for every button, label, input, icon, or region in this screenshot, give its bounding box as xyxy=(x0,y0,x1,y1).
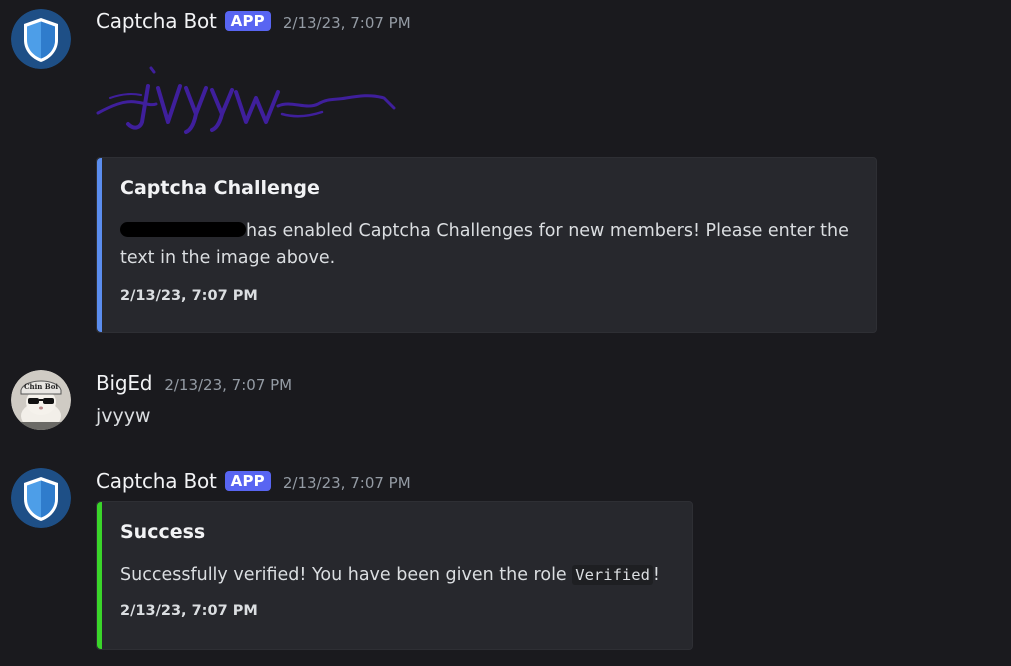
embed-captcha-challenge: Captcha Challenge has enabled Captcha Ch… xyxy=(96,157,877,333)
embed-success: Success Successfully verified! You have … xyxy=(96,501,693,650)
message-content: jvyyw xyxy=(96,405,151,427)
embed-description: Successfully verified! You have been giv… xyxy=(120,562,685,589)
username[interactable]: Captcha Bot xyxy=(96,9,217,33)
redacted-mention xyxy=(120,221,246,237)
bot-avatar[interactable] xyxy=(11,9,71,69)
embed-title: Captcha Challenge xyxy=(120,177,320,199)
avatar-hat-text: Chin Boi xyxy=(24,382,58,391)
message-captcha-challenge: Captcha Bot APP 2/13/23, 7:07 PM Captcha… xyxy=(0,0,1011,340)
message-user-reply: Chin Boi BigEd 2/13/23, 7:07 PM jvyyw xyxy=(0,360,1011,440)
bot-avatar[interactable] xyxy=(11,468,71,528)
message-success: Captcha Bot APP 2/13/23, 7:07 PM Success… xyxy=(0,460,1011,666)
username[interactable]: Captcha Bot xyxy=(96,469,217,493)
username[interactable]: BigEd xyxy=(96,371,153,395)
captcha-image[interactable] xyxy=(96,58,398,138)
embed-accent-bar xyxy=(97,502,102,649)
timestamp[interactable]: 2/13/23, 7:07 PM xyxy=(283,14,411,32)
shield-icon xyxy=(11,9,71,69)
cat-with-hat-avatar: Chin Boi xyxy=(11,370,71,430)
timestamp[interactable]: 2/13/23, 7:07 PM xyxy=(283,474,411,492)
embed-accent-bar xyxy=(97,158,102,332)
user-avatar[interactable]: Chin Boi xyxy=(11,370,71,430)
role-code-tag: Verified xyxy=(572,565,653,585)
app-badge: APP xyxy=(224,11,271,31)
embed-description-end: ! xyxy=(652,565,660,585)
shield-icon xyxy=(11,468,71,528)
timestamp[interactable]: 2/13/23, 7:07 PM xyxy=(164,376,292,394)
captcha-distorted-text-image xyxy=(96,66,396,134)
embed-footer: 2/13/23, 7:07 PM xyxy=(120,288,258,304)
embed-title: Success xyxy=(120,521,206,543)
app-badge: APP xyxy=(224,471,271,491)
embed-description: has enabled Captcha Challenges for new m… xyxy=(120,218,865,272)
embed-description-text: Successfully verified! You have been giv… xyxy=(120,565,573,585)
embed-footer: 2/13/23, 7:07 PM xyxy=(120,603,258,619)
